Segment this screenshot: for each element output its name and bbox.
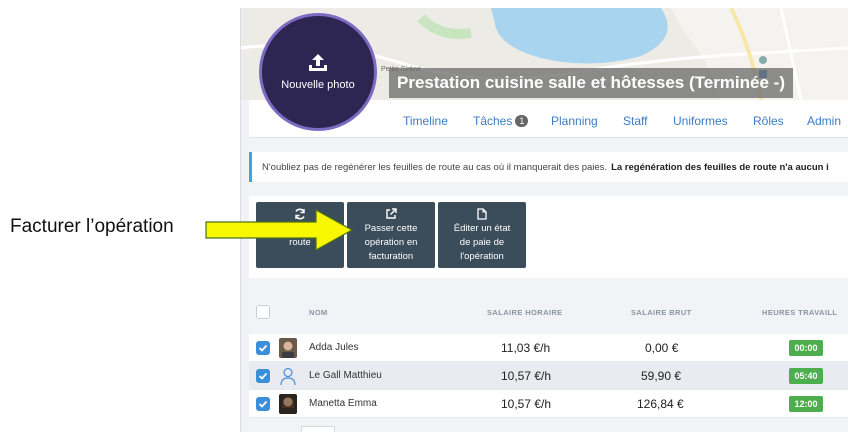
upload-icon bbox=[309, 54, 327, 71]
employee-name[interactable]: Le Gall Matthieu bbox=[309, 370, 382, 381]
external-link-icon bbox=[386, 208, 397, 219]
tab-roles[interactable]: Rôles bbox=[753, 114, 784, 128]
page-title: Prestation cuisine salle et hôtesses (Te… bbox=[397, 73, 785, 92]
column-header-name[interactable]: NOM bbox=[309, 308, 328, 317]
payroll-statement-label: Éditer un état de paie de l'opération bbox=[453, 223, 511, 262]
new-photo-label: Nouvelle photo bbox=[281, 79, 355, 91]
staff-table: NOM SALAIRE HORAIRE SALAIRE BRUT HEURES … bbox=[249, 296, 848, 432]
table-row[interactable]: Manetta Emma 10,57 €/h 126,84 € 12:00 bbox=[249, 390, 848, 418]
hours-worked-badge: 12:00 bbox=[789, 396, 823, 412]
payroll-statement-button[interactable]: Éditer un état de paie de l'opération bbox=[438, 202, 526, 268]
column-header-hourly-wage[interactable]: SALAIRE HORAIRE bbox=[487, 308, 563, 317]
table-header: NOM SALAIRE HORAIRE SALAIRE BRUT HEURES … bbox=[249, 296, 848, 328]
check-icon bbox=[258, 400, 268, 408]
check-icon bbox=[258, 344, 268, 352]
tab-uniformes[interactable]: Uniformes bbox=[673, 114, 728, 128]
select-all-checkbox[interactable] bbox=[256, 305, 270, 319]
gross-wage: 126,84 € bbox=[637, 397, 684, 411]
hourly-wage: 10,57 €/h bbox=[501, 369, 552, 383]
pagination-control[interactable] bbox=[301, 426, 335, 432]
tab-timeline[interactable]: Timeline bbox=[403, 114, 448, 128]
title-bar: Prestation cuisine salle et hôtesses (Te… bbox=[389, 68, 793, 98]
employee-name[interactable]: Manetta Emma bbox=[309, 398, 377, 409]
tab-label: Rôles bbox=[753, 114, 784, 128]
tab-label: Staff bbox=[623, 114, 648, 128]
tab-planning[interactable]: Planning bbox=[551, 114, 598, 128]
avatar bbox=[279, 338, 297, 358]
tab-staff[interactable]: Staff bbox=[623, 114, 647, 128]
column-header-gross-wage[interactable]: SALAIRE BRUT bbox=[631, 308, 692, 317]
annotation-label: Facturer l’opération bbox=[10, 216, 174, 237]
annotation-arrow bbox=[205, 208, 354, 252]
default-user-icon bbox=[279, 366, 297, 386]
invoice-operation-label: Passer cette opération en facturation bbox=[364, 223, 418, 262]
new-photo-button[interactable]: Nouvelle photo bbox=[259, 13, 377, 131]
gross-wage: 0,00 € bbox=[645, 341, 679, 355]
row-checkbox[interactable] bbox=[256, 397, 270, 411]
hours-worked-badge: 00:00 bbox=[789, 340, 823, 356]
info-notice: N'oubliez pas de regénérer les feuilles … bbox=[249, 152, 848, 182]
row-checkbox[interactable] bbox=[256, 369, 270, 383]
table-row[interactable]: Adda Jules 11,03 €/h 0,00 € 00:00 bbox=[249, 334, 848, 362]
row-checkbox[interactable] bbox=[256, 341, 270, 355]
invoice-operation-button[interactable]: Passer cette opération en facturation bbox=[347, 202, 435, 268]
notice-text: N'oubliez pas de regénérer les feuilles … bbox=[262, 161, 608, 173]
screenshot: Facturer l’opération Petite Sirène Prest… bbox=[0, 0, 848, 440]
tab-taches[interactable]: Tâches 1 bbox=[473, 114, 529, 128]
hours-worked-badge: 05:40 bbox=[789, 368, 823, 384]
check-icon bbox=[258, 372, 268, 380]
gross-wage: 59,90 € bbox=[641, 369, 682, 383]
avatar bbox=[279, 394, 297, 414]
employee-name[interactable]: Adda Jules bbox=[309, 342, 358, 353]
tab-label: Tâches bbox=[473, 114, 513, 128]
file-icon bbox=[477, 208, 487, 220]
tab-label: Planning bbox=[551, 114, 598, 128]
hourly-wage: 10,57 €/h bbox=[501, 397, 552, 411]
tab-label: Uniformes bbox=[673, 114, 728, 128]
tasks-count-badge: 1 bbox=[515, 115, 529, 127]
tab-label: Admin bbox=[807, 114, 842, 128]
tab-label: Timeline bbox=[403, 114, 448, 128]
notice-bold-text: La regénération des feuilles de route n'… bbox=[611, 161, 829, 173]
tab-admin[interactable]: Admin bbox=[807, 114, 841, 128]
hourly-wage: 11,03 €/h bbox=[501, 341, 551, 355]
table-row[interactable]: Le Gall Matthieu 10,57 €/h 59,90 € 05:40 bbox=[249, 362, 848, 390]
column-header-hours-worked[interactable]: HEURES TRAVAILL bbox=[762, 308, 837, 317]
